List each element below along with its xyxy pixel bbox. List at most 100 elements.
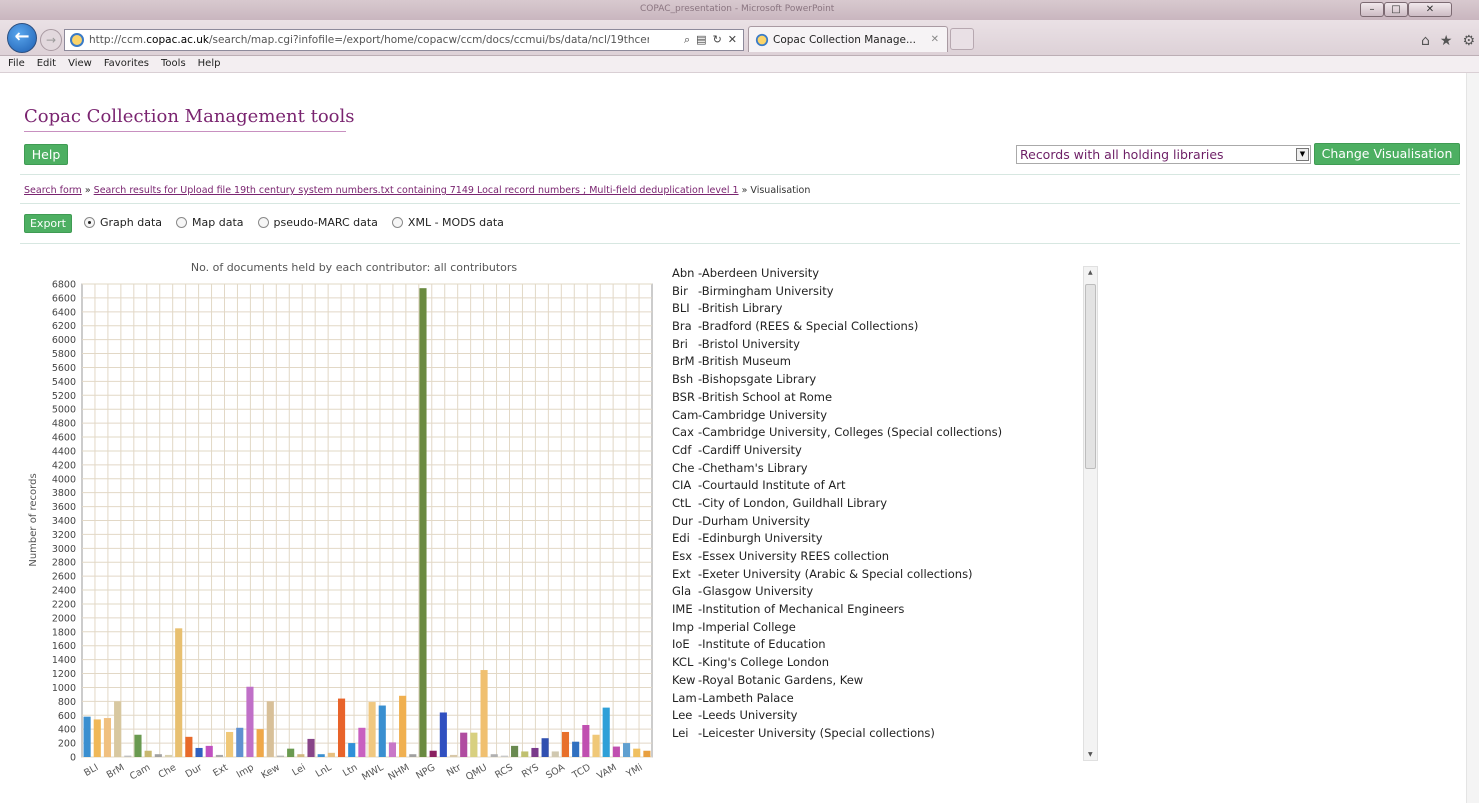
- tab-copac-collection[interactable]: Copac Collection Manage... ✕: [748, 26, 948, 52]
- chart-bar[interactable]: [531, 747, 539, 757]
- radio-map-data[interactable]: [176, 217, 188, 228]
- chart-bar[interactable]: [205, 745, 213, 757]
- chart-bar[interactable]: [511, 745, 519, 757]
- chart-bar[interactable]: [134, 734, 142, 757]
- chart-bar[interactable]: [399, 695, 407, 757]
- menu-help[interactable]: Help: [198, 56, 221, 72]
- scroll-up-arrow-icon[interactable]: ▲: [1088, 269, 1093, 276]
- help-button[interactable]: Help: [24, 144, 68, 165]
- close-window-button[interactable]: ✕: [1408, 2, 1452, 17]
- chart-bar[interactable]: [246, 686, 254, 757]
- menu-edit[interactable]: Edit: [37, 56, 56, 72]
- chart-bar[interactable]: [175, 628, 183, 757]
- chart-bar[interactable]: [409, 754, 417, 757]
- breadcrumb-search-form-link[interactable]: Search form: [24, 185, 82, 196]
- menu-tools[interactable]: Tools: [161, 56, 186, 72]
- chart-bar[interactable]: [551, 751, 559, 757]
- chart-bar[interactable]: [226, 731, 234, 757]
- chart-bar[interactable]: [317, 754, 325, 757]
- settings-gear-icon[interactable]: ⚙: [1462, 33, 1475, 49]
- chart-bar[interactable]: [256, 729, 264, 757]
- chart-bar[interactable]: [480, 670, 488, 757]
- chart-bar[interactable]: [449, 754, 458, 757]
- stop-icon[interactable]: ✕: [728, 33, 737, 47]
- chart-bar[interactable]: [490, 754, 498, 757]
- chart-bar[interactable]: [541, 738, 549, 757]
- forward-button[interactable]: →: [40, 29, 62, 51]
- menu-view[interactable]: View: [68, 56, 92, 72]
- chart-bar[interactable]: [500, 755, 508, 757]
- maximize-button[interactable]: □: [1384, 2, 1408, 17]
- chart-bar[interactable]: [236, 727, 244, 757]
- visualisation-select[interactable]: Records with all holding libraries ▼: [1016, 145, 1311, 164]
- chart-bar[interactable]: [470, 732, 478, 757]
- chart-bar[interactable]: [287, 748, 295, 757]
- export-button[interactable]: Export: [24, 214, 72, 233]
- address-bar[interactable]: http://ccm.copac.ac.uk/search/map.cgi?in…: [64, 29, 744, 51]
- chart-bar[interactable]: [195, 747, 203, 757]
- export-option-graph-data[interactable]: Graph data: [84, 216, 162, 229]
- chart-bar[interactable]: [144, 750, 152, 757]
- chart-bar[interactable]: [460, 732, 468, 757]
- chart-bar[interactable]: [633, 748, 641, 757]
- chart-bar[interactable]: [276, 755, 285, 757]
- address-url[interactable]: http://ccm.copac.ac.uk/search/map.cgi?in…: [89, 34, 649, 46]
- chart-bar[interactable]: [266, 701, 274, 757]
- compatibility-view-icon[interactable]: ▤: [696, 33, 706, 47]
- chart-bar[interactable]: [572, 741, 580, 757]
- back-button[interactable]: ←: [7, 23, 37, 53]
- new-tab-button[interactable]: [950, 28, 974, 50]
- dropdown-arrow-icon[interactable]: ▼: [1296, 148, 1309, 161]
- minimize-button[interactable]: –: [1360, 2, 1384, 17]
- chart-bar[interactable]: [83, 716, 91, 757]
- legend-name: -Chetham's Library: [698, 460, 808, 475]
- chart-bar[interactable]: [103, 718, 112, 757]
- menu-favorites[interactable]: Favorites: [104, 56, 149, 72]
- chart-bar[interactable]: [429, 750, 437, 757]
- menu-file[interactable]: File: [8, 56, 25, 72]
- chart-bar[interactable]: [164, 754, 173, 757]
- chart-bar[interactable]: [124, 755, 132, 757]
- change-visualisation-button[interactable]: Change Visualisation: [1314, 143, 1460, 165]
- chart-bar[interactable]: [643, 750, 651, 757]
- chart-bar[interactable]: [561, 731, 570, 757]
- refresh-icon[interactable]: ↻: [713, 33, 722, 47]
- search-icon[interactable]: ⌕: [684, 33, 690, 47]
- radio-xml-mods[interactable]: [391, 217, 403, 228]
- export-option-map-data[interactable]: Map data: [176, 216, 244, 229]
- chart-bar[interactable]: [297, 754, 305, 757]
- chart-bar[interactable]: [307, 738, 315, 757]
- chart-bar[interactable]: [378, 705, 386, 757]
- chart-bar[interactable]: [521, 751, 529, 757]
- export-option-pseudo-marc[interactable]: pseudo-MARC data: [257, 216, 378, 229]
- chart-bar[interactable]: [215, 754, 223, 757]
- chart-bar[interactable]: [419, 288, 427, 757]
- chart-bar[interactable]: [612, 746, 620, 757]
- chart-bar[interactable]: [348, 743, 356, 757]
- chart-bar[interactable]: [582, 725, 590, 757]
- tab-close-icon[interactable]: ✕: [931, 34, 939, 45]
- chart-bar[interactable]: [358, 727, 366, 757]
- chart-bar[interactable]: [439, 712, 447, 757]
- chart-bar[interactable]: [185, 736, 193, 757]
- chart-bar[interactable]: [154, 754, 162, 757]
- chart-bar[interactable]: [337, 698, 346, 757]
- chart-bar[interactable]: [622, 743, 631, 757]
- radio-graph-data[interactable]: [84, 217, 95, 228]
- breadcrumb-search-results-link[interactable]: Search results for Upload file 19th cent…: [94, 185, 739, 196]
- chart-bar[interactable]: [93, 719, 101, 757]
- legend-scrollbar[interactable]: ▲ ▼: [1083, 266, 1098, 761]
- legend-scroll-thumb[interactable]: [1085, 284, 1096, 469]
- scroll-down-arrow-icon[interactable]: ▼: [1088, 751, 1093, 758]
- radio-pseudo-marc[interactable]: [257, 217, 269, 228]
- chart-bar[interactable]: [327, 752, 335, 757]
- chart-bar[interactable]: [114, 701, 122, 757]
- chart-bar[interactable]: [388, 742, 397, 757]
- export-option-xml-mods[interactable]: XML - MODS data: [391, 216, 504, 229]
- chart-bar[interactable]: [602, 707, 610, 757]
- page-scrollbar[interactable]: [1466, 73, 1479, 803]
- chart-bar[interactable]: [368, 702, 376, 757]
- favorites-star-icon[interactable]: ★: [1440, 33, 1453, 49]
- home-icon[interactable]: ⌂: [1421, 33, 1430, 49]
- chart-bar[interactable]: [592, 734, 600, 757]
